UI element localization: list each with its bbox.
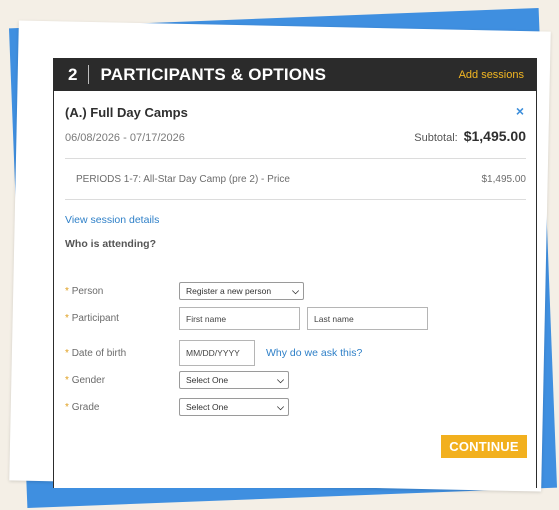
step-header: 2 PARTICIPANTS & OPTIONS Add sessions <box>54 58 536 91</box>
gender-row: * Gender Select One ⌵ <box>54 371 289 389</box>
chevron-down-icon: ⌵ <box>277 401 284 412</box>
step-number: 2 <box>68 64 78 84</box>
who-attending-heading: Who is attending? <box>65 238 156 250</box>
continue-button[interactable]: CONTINUE <box>441 435 527 458</box>
camp-title: (A.) Full Day Camps <box>65 105 188 120</box>
why-ask-link[interactable]: Why do we ask this? <box>266 347 362 359</box>
add-sessions-link[interactable]: Add sessions <box>459 69 524 81</box>
dob-field[interactable]: MM/DD/YYYY <box>179 340 255 366</box>
gender-select-value: Select One <box>186 375 229 385</box>
grade-row: * Grade Select One ⌵ <box>54 398 289 416</box>
required-marker: * <box>65 285 69 297</box>
camp-summary: (A.) Full Day Camps × 06/08/2026 - 07/17… <box>54 91 536 250</box>
header-divider <box>88 65 90 84</box>
registration-card: 2 PARTICIPANTS & OPTIONS Add sessions (A… <box>53 58 537 488</box>
last-name-field[interactable]: Last name <box>307 307 428 330</box>
subtotal-label: Subtotal: <box>414 132 458 144</box>
participant-label: * Participant <box>65 313 119 324</box>
dob-row: * Date of birth MM/DD/YYYY Why do we ask… <box>54 340 362 366</box>
person-select-value: Register a new person <box>186 286 272 296</box>
person-label: * Person <box>65 285 104 297</box>
camp-dates: 06/08/2026 - 07/17/2026 <box>65 132 185 144</box>
participant-row: * Participant First name Last name <box>54 307 428 330</box>
subtotal-amount: $1,495.00 <box>463 128 526 144</box>
chevron-down-icon: ⌵ <box>292 285 299 296</box>
line-item-price: $1,495.00 <box>481 173 527 185</box>
grade-select-value: Select One <box>186 402 229 412</box>
close-icon[interactable]: × <box>516 103 524 119</box>
person-select[interactable]: Register a new person ⌵ <box>179 282 304 300</box>
first-name-field[interactable]: First name <box>179 307 300 330</box>
dob-label: * Date of birth <box>65 347 127 359</box>
line-item: PERIODS 1-7: All-Star Day Camp (pre 2) -… <box>65 158 526 200</box>
gender-select[interactable]: Select One ⌵ <box>179 371 289 389</box>
line-item-description: PERIODS 1-7: All-Star Day Camp (pre 2) -… <box>76 173 290 185</box>
view-session-details-link[interactable]: View session details <box>65 214 526 226</box>
grade-label: * Grade <box>65 401 100 413</box>
grade-select[interactable]: Select One ⌵ <box>179 398 289 416</box>
chevron-down-icon: ⌵ <box>277 374 284 385</box>
person-row: * Person Register a new person ⌵ <box>54 282 304 300</box>
gender-label: * Gender <box>65 374 106 386</box>
step-title: PARTICIPANTS & OPTIONS <box>100 64 327 84</box>
